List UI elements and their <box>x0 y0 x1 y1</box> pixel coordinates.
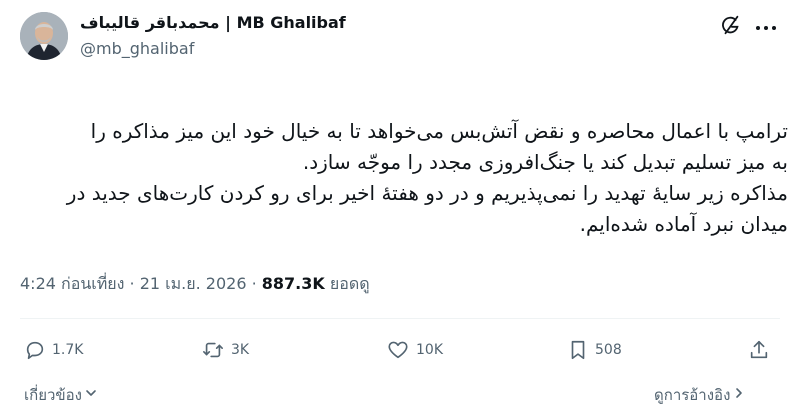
views-count: 887.3K <box>261 274 325 293</box>
like-count: 10K <box>416 342 443 358</box>
author-display-name[interactable]: محمدباقر قالیباف | MB Ghalibaf <box>80 13 346 32</box>
chevron-right-icon <box>732 386 746 404</box>
repost-count: 3K <box>231 342 250 358</box>
share-button[interactable] <box>748 339 770 361</box>
grok-icon[interactable] <box>720 14 742 40</box>
tweet-line: میدان نبرد آماده شده‌ایم. <box>579 212 788 236</box>
repost-icon <box>201 339 225 361</box>
more-icon[interactable] <box>755 18 777 37</box>
tweet-line: به میز تسلیم تبدیل کند یا جنگ‌افروزی مجد… <box>302 150 788 174</box>
like-icon <box>386 339 410 361</box>
reply-button[interactable]: 1.7K <box>24 339 83 361</box>
chevron-down-icon <box>84 386 98 404</box>
like-button[interactable]: 10K <box>386 339 443 361</box>
reply-count: 1.7K <box>52 342 84 358</box>
related-label: เกี่ยวข้อง <box>24 386 83 404</box>
share-icon <box>748 339 770 361</box>
view-quotes-link[interactable]: ดูการอ้างอิง <box>654 383 746 407</box>
tweet-meta: 4:24 ก่อนเที่ยง · 21 เม.ย. 2026 · 887.3K… <box>20 272 370 297</box>
views-label: ยอดดู <box>324 274 370 293</box>
tweet-text: ترامپ با اعمال محاصره و نقض آتش‌بس می‌خو… <box>20 116 788 240</box>
bookmark-button[interactable]: 508 <box>567 339 622 361</box>
avatar[interactable] <box>20 12 68 60</box>
divider <box>20 318 780 319</box>
timestamp[interactable]: 4:24 ก่อนเที่ยง · 21 เม.ย. 2026 · <box>20 274 262 293</box>
repost-button[interactable]: 3K <box>201 339 249 361</box>
reply-icon <box>24 339 46 361</box>
bookmark-count: 508 <box>595 342 622 358</box>
tweet-line: مذاکره زیر سایهٔ تهدید را نمی‌پذیریم و د… <box>66 181 788 205</box>
author-handle[interactable]: @mb_ghalibaf <box>80 39 194 58</box>
bookmark-icon <box>567 339 589 361</box>
quotes-label: ดูการอ้างอิง <box>654 386 731 404</box>
related-link[interactable]: เกี่ยวข้อง <box>24 383 98 407</box>
tweet-line: ترامپ با اعمال محاصره و نقض آتش‌بس می‌خو… <box>90 119 788 143</box>
